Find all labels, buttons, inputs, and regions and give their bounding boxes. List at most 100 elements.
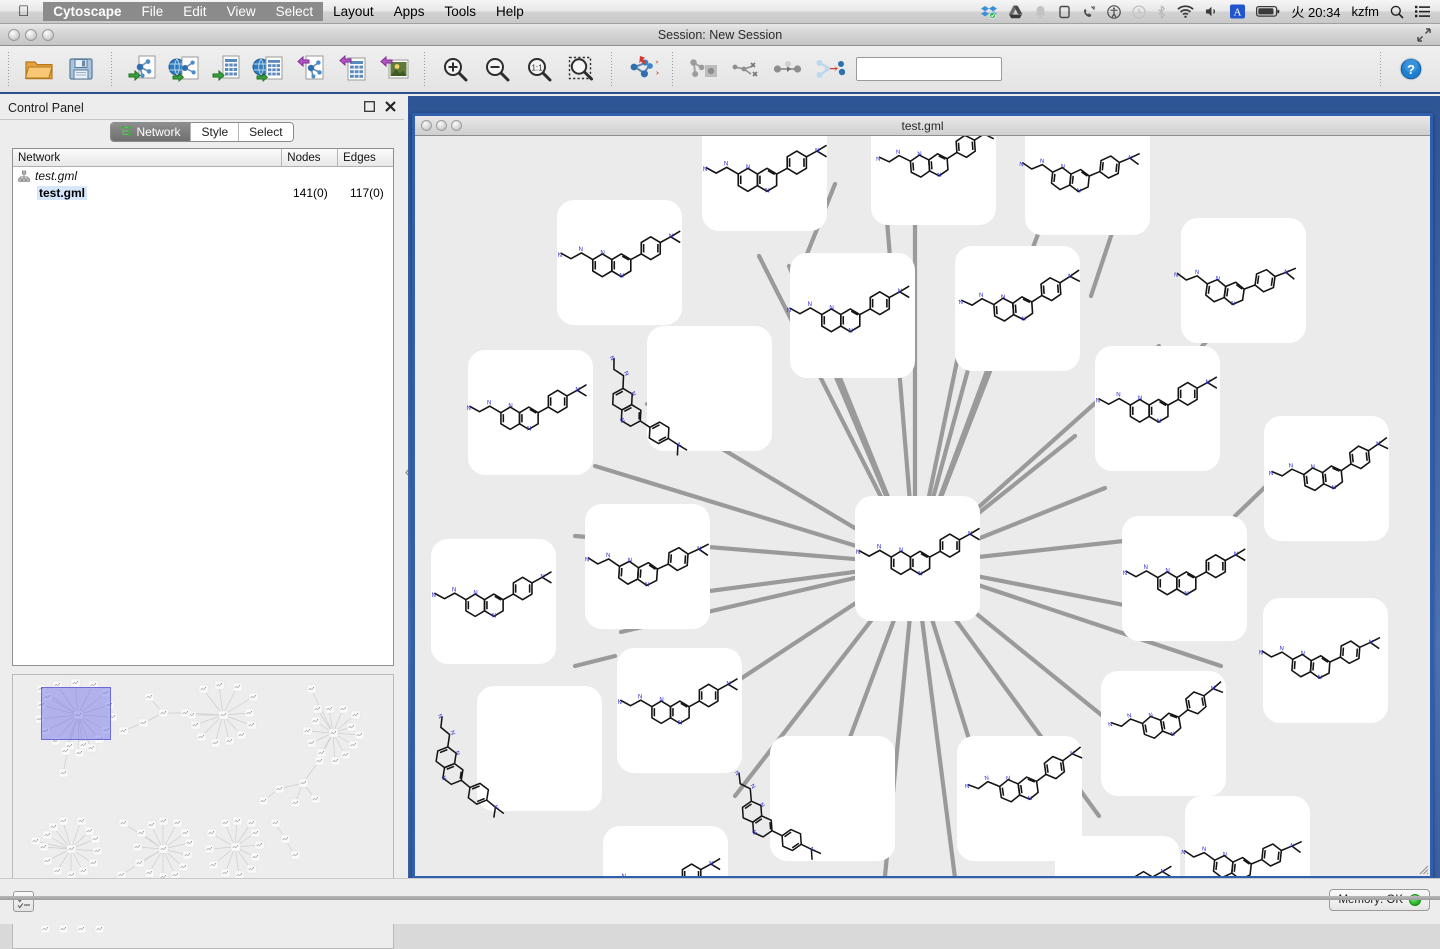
accessibility-icon[interactable] xyxy=(1107,4,1122,19)
network-minimize-button[interactable] xyxy=(436,120,447,131)
network-window-title: test.gml xyxy=(901,118,944,133)
control-panel: Control Panel Network Style Select Netwo… xyxy=(0,96,404,949)
toolbar-separator xyxy=(111,52,112,86)
select-all-edges-button[interactable] xyxy=(726,50,764,88)
network-collection-label: test.gml xyxy=(35,168,78,183)
cytoscape-window: Session: New Session 1:1 ? Control Panel… xyxy=(0,24,1440,949)
menu-cytoscape[interactable]: Cytoscape xyxy=(43,2,132,21)
display-icon[interactable] xyxy=(1058,5,1071,19)
wifi-icon[interactable] xyxy=(1177,5,1195,18)
tab-style[interactable]: Style xyxy=(191,123,240,141)
float-panel-icon[interactable] xyxy=(364,101,375,114)
network-window-controls[interactable] xyxy=(421,120,462,131)
task-list-icon[interactable] xyxy=(13,891,34,912)
toolbar-separator xyxy=(424,52,425,86)
phone-icon[interactable] xyxy=(1082,5,1096,19)
minimize-window-button[interactable] xyxy=(25,29,37,41)
import-network-button[interactable] xyxy=(123,50,161,88)
window-traffic-lights[interactable] xyxy=(8,29,54,41)
menu-layout[interactable]: Layout xyxy=(323,2,384,21)
window-titlebar: Session: New Session xyxy=(0,24,1440,46)
volume-icon[interactable] xyxy=(1205,5,1219,18)
svg-text:A: A xyxy=(1234,6,1242,18)
network-row-selected[interactable]: test.gml 141(0) 117(0) xyxy=(13,184,393,201)
menu-edit[interactable]: Edit xyxy=(173,2,217,21)
network-collection-icon xyxy=(17,170,31,182)
open-session-button[interactable] xyxy=(20,50,58,88)
time-machine-icon[interactable] xyxy=(1132,4,1147,19)
save-session-button[interactable] xyxy=(62,50,100,88)
dropbox-icon[interactable] xyxy=(981,5,998,19)
battery-icon[interactable] xyxy=(1256,5,1280,18)
menu-file[interactable]: File xyxy=(131,2,174,21)
zoom-actual-button[interactable]: 1:1 xyxy=(520,50,558,88)
input-source-icon[interactable]: A xyxy=(1230,4,1246,19)
tab-network[interactable]: Network xyxy=(111,123,192,141)
column-header-network[interactable]: Network xyxy=(13,149,283,166)
tab-select-label: Select xyxy=(249,125,283,139)
search-icon[interactable] xyxy=(1390,5,1404,19)
bluetooth-icon[interactable] xyxy=(1157,4,1166,19)
close-panel-icon[interactable] xyxy=(385,101,396,114)
export-network-button[interactable] xyxy=(291,50,329,88)
network-maximize-button[interactable] xyxy=(451,120,462,131)
select-from-edges-button[interactable] xyxy=(810,50,848,88)
menu-view[interactable]: View xyxy=(216,2,266,21)
control-panel-tabs: Network Style Select xyxy=(0,120,404,142)
network-desktop: test.gml N N N N N xyxy=(408,96,1440,879)
import-table-url-button[interactable] xyxy=(249,50,287,88)
status-bar: Memory: OK xyxy=(0,878,1440,924)
close-window-button[interactable] xyxy=(8,29,20,41)
import-table-button[interactable] xyxy=(207,50,245,88)
menu-clock[interactable]: 火 20:34 xyxy=(1291,2,1340,21)
menu-bar-status-area: A 火 20:34 kzfm xyxy=(981,2,1430,21)
export-table-button[interactable] xyxy=(333,50,371,88)
network-row-nodes: 141(0) xyxy=(293,185,328,200)
control-panel-header: Control Panel xyxy=(0,96,404,120)
svg-text:1:1: 1:1 xyxy=(531,64,543,73)
memory-status-button[interactable]: Memory: OK xyxy=(1329,889,1430,911)
apply-layout-button[interactable] xyxy=(623,50,661,88)
menu-tools[interactable]: Tools xyxy=(434,2,486,21)
zoom-out-button[interactable] xyxy=(478,50,516,88)
search-input[interactable] xyxy=(856,57,1002,81)
tab-select[interactable]: Select xyxy=(239,123,293,141)
tab-network-label: Network xyxy=(136,125,181,139)
network-view-window: test.gml N N N N N xyxy=(412,113,1433,879)
overview-viewport-rect[interactable] xyxy=(41,687,111,740)
column-header-edges[interactable]: Edges xyxy=(338,149,393,166)
menu-apps[interactable]: Apps xyxy=(384,2,435,21)
network-tree-icon xyxy=(121,125,132,140)
resize-icon[interactable] xyxy=(1416,27,1432,43)
select-nodes-button[interactable] xyxy=(768,50,806,88)
export-image-button[interactable] xyxy=(375,50,413,88)
tab-style-label: Style xyxy=(201,125,229,139)
notification-list-icon[interactable] xyxy=(1415,5,1430,18)
column-header-nodes[interactable]: Nodes xyxy=(282,149,339,166)
google-drive-icon[interactable] xyxy=(1008,5,1023,19)
help-question-icon[interactable]: ? xyxy=(1392,50,1430,88)
network-row-label: test.gml xyxy=(37,185,88,200)
toolbar-separator xyxy=(611,52,612,86)
select-adjacent-button[interactable] xyxy=(684,50,722,88)
network-canvas[interactable]: N N N N N xyxy=(415,136,1430,876)
maximize-window-button[interactable] xyxy=(42,29,54,41)
menu-username[interactable]: kzfm xyxy=(1352,4,1379,19)
network-tree-table[interactable]: Network Nodes Edges test.gml test.gml 14… xyxy=(12,148,394,666)
menu-help[interactable]: Help xyxy=(486,2,534,21)
network-table-header: Network Nodes Edges xyxy=(13,149,393,167)
toolbar-separator xyxy=(1380,52,1381,86)
apple-icon[interactable]:  xyxy=(18,4,29,19)
zoom-in-button[interactable] xyxy=(436,50,474,88)
main-split-pane: Control Panel Network Style Select Netwo… xyxy=(0,96,1440,949)
bell-icon[interactable] xyxy=(1034,5,1047,19)
network-collection-row[interactable]: test.gml xyxy=(13,167,393,184)
network-window-titlebar: test.gml xyxy=(415,116,1430,136)
desktop-bottom-strip xyxy=(0,896,1440,900)
zoom-selected-button[interactable] xyxy=(562,50,600,88)
resize-grip-icon[interactable] xyxy=(1415,861,1429,875)
network-close-button[interactable] xyxy=(421,120,432,131)
menu-select[interactable]: Select xyxy=(265,2,324,21)
toolbar-separator xyxy=(8,52,9,86)
import-network-url-button[interactable] xyxy=(165,50,203,88)
